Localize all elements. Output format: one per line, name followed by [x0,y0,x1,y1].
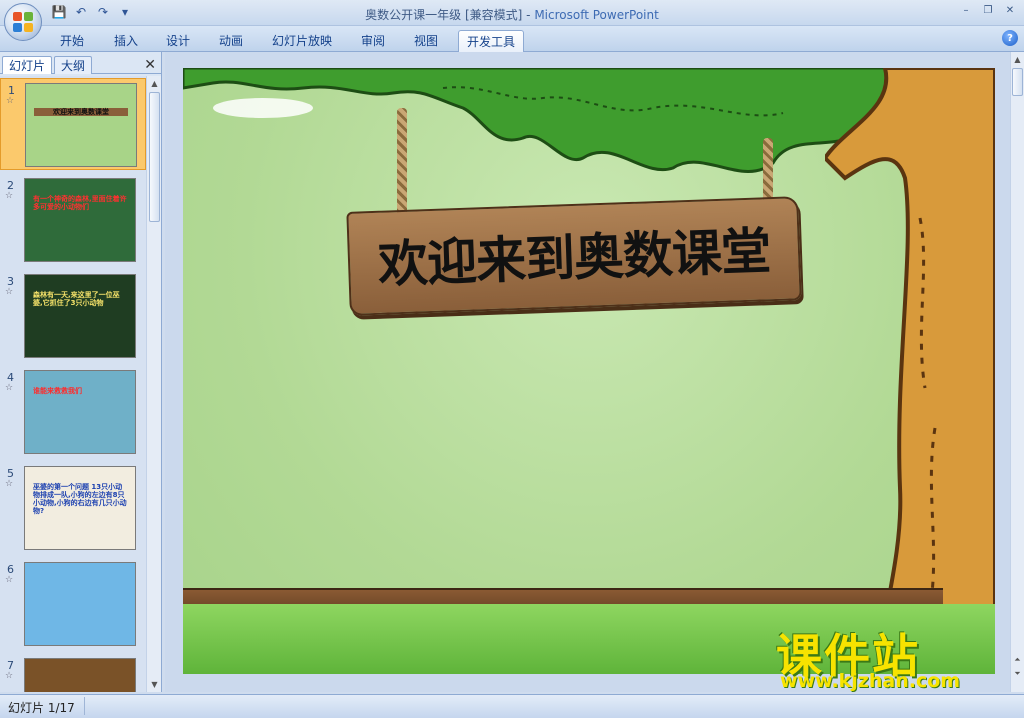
slide-counter: 幻灯片 1/17 [8,701,75,715]
close-icon[interactable]: ✕ [1000,3,1020,17]
status-bar: 幻灯片 1/17 [0,694,1024,718]
animation-star-icon: ☆ [5,383,14,393]
tab-view[interactable]: 视图 [406,30,446,50]
slide-thumbnail[interactable]: 3 ☆ 森林有一天,来这里了一位巫婆,它抓住了3只小动物 [0,270,146,362]
thumbnail-scrollbar[interactable]: ▲ ▼ [146,76,161,692]
tab-review[interactable]: 审阅 [353,30,393,50]
minimize-icon[interactable]: – [956,3,976,17]
animation-star-icon: ☆ [5,479,14,489]
next-slide-icon[interactable]: ⏷ [1011,667,1024,680]
slides-pane: 幻灯片 大纲 ✕ 1 ☆ 欢迎来到奥数课堂 2 ☆ 有一个神奇的森林,里面住着许多可爱的小… [0,52,162,692]
tab-animations[interactable]: 动画 [211,30,251,50]
rope-left [397,108,407,218]
scrollbar-thumb[interactable] [1012,68,1023,96]
slide-preview [24,562,136,646]
app-name: Microsoft PowerPoint [534,8,659,22]
tree-trunk-illustration [825,68,995,674]
tab-developer[interactable]: 开发工具 [458,30,525,52]
slide-preview: 巫婆的第一个问题 13只小动物排成一队,小狗的左边有8只小动物,小狗的右边有几只… [24,466,136,550]
animation-star-icon: ☆ [5,575,14,585]
animation-star-icon: ☆ [5,671,14,681]
window-title: 奥数公开课一年级 [兼容模式] - Microsoft PowerPoint [0,6,1024,23]
slide-scrollbar[interactable]: ▲ ⏶ ⏷ [1010,52,1024,692]
tab-design[interactable]: 设计 [158,30,198,50]
slide-preview-text: 森林有一天,来这里了一位巫婆,它抓住了3只小动物 [33,291,120,307]
watermark-url: www.kjzhan.com [780,670,961,692]
window-controls: – ❐ ✕ [956,3,1020,17]
ribbon-tab-bar: 开始 插入 设计 动画 幻灯片放映 审阅 视图 开发工具 ? [0,26,1024,52]
document-title: 奥数公开课一年级 [兼容模式] - [365,8,535,22]
tab-slide-show[interactable]: 幻灯片放映 [264,30,340,50]
animation-star-icon: ☆ [6,96,15,106]
previous-slide-icon[interactable]: ⏶ [1011,653,1024,666]
slide-preview: 有一个神奇的森林,里面住着许多可爱的小动物们 [24,178,136,262]
slide-preview: 欢迎来到奥数课堂 [25,83,137,167]
slide-preview [24,658,136,692]
welcome-sign[interactable]: 欢迎来到奥数课堂 [346,196,802,316]
slide-thumbnail[interactable]: 6 ☆ [0,558,146,650]
office-logo-icon [13,12,33,32]
title-bar: 💾 ↶ ↷ ▾ 奥数公开课一年级 [兼容模式] - Microsoft Powe… [0,0,1024,26]
pane-tabs: 幻灯片 大纲 ✕ [0,54,162,74]
slide-thumbnail[interactable]: 5 ☆ 巫婆的第一个问题 13只小动物排成一队,小狗的左边有8只小动物,小狗的右边有… [0,462,146,554]
tab-insert[interactable]: 插入 [106,30,146,50]
scroll-down-icon[interactable]: ▼ [148,678,161,691]
slide-preview: 森林有一天,来这里了一位巫婆,它抓住了3只小动物 [24,274,136,358]
slide-preview: 谁能来救救我们 [24,370,136,454]
help-icon[interactable]: ? [1002,30,1018,46]
slide-canvas[interactable]: 欢迎来到奥数课堂 [183,68,995,674]
animation-star-icon: ☆ [5,287,14,297]
restore-icon[interactable]: ❐ [978,3,998,17]
slide-title: 欢迎来到奥数课堂 [377,221,771,294]
animation-star-icon: ☆ [5,191,14,201]
slide-preview-text: 谁能来救救我们 [33,387,82,395]
slide-preview-text: 巫婆的第一个问题 13只小动物排成一队,小狗的左边有8只小动物,小狗的右边有几只… [33,483,127,515]
scroll-up-icon[interactable]: ▲ [148,77,161,90]
slide-preview-text: 有一个神奇的森林,里面住着许多可爱的小动物们 [33,195,127,211]
tab-slides[interactable]: 幻灯片 [2,56,53,74]
watermark-logo: 课件站 www.kjzhan.com [776,620,1012,694]
slide-thumbnail[interactable]: 1 ☆ 欢迎来到奥数课堂 [0,78,146,170]
close-pane-icon[interactable]: ✕ [144,57,156,73]
thumbnail-list: 1 ☆ 欢迎来到奥数课堂 2 ☆ 有一个神奇的森林,里面住着许多可爱的小动物们 3 ☆ 森林有一… [0,76,146,692]
tab-home[interactable]: 开始 [52,30,92,50]
slide-editor: 欢迎来到奥数课堂 [165,52,1010,692]
scroll-up-icon[interactable]: ▲ [1011,53,1024,66]
slide-thumbnail[interactable]: 4 ☆ 谁能来救救我们 [0,366,146,458]
slide-thumbnail[interactable]: 7 ☆ [0,654,146,692]
scrollbar-thumb[interactable] [149,92,160,222]
office-button[interactable] [4,3,42,41]
slide-thumbnail[interactable]: 2 ☆ 有一个神奇的森林,里面住着许多可爱的小动物们 [0,174,146,266]
tab-outline[interactable]: 大纲 [54,56,93,74]
status-divider [84,697,85,715]
slide-preview-text: 欢迎来到奥数课堂 [34,108,128,116]
